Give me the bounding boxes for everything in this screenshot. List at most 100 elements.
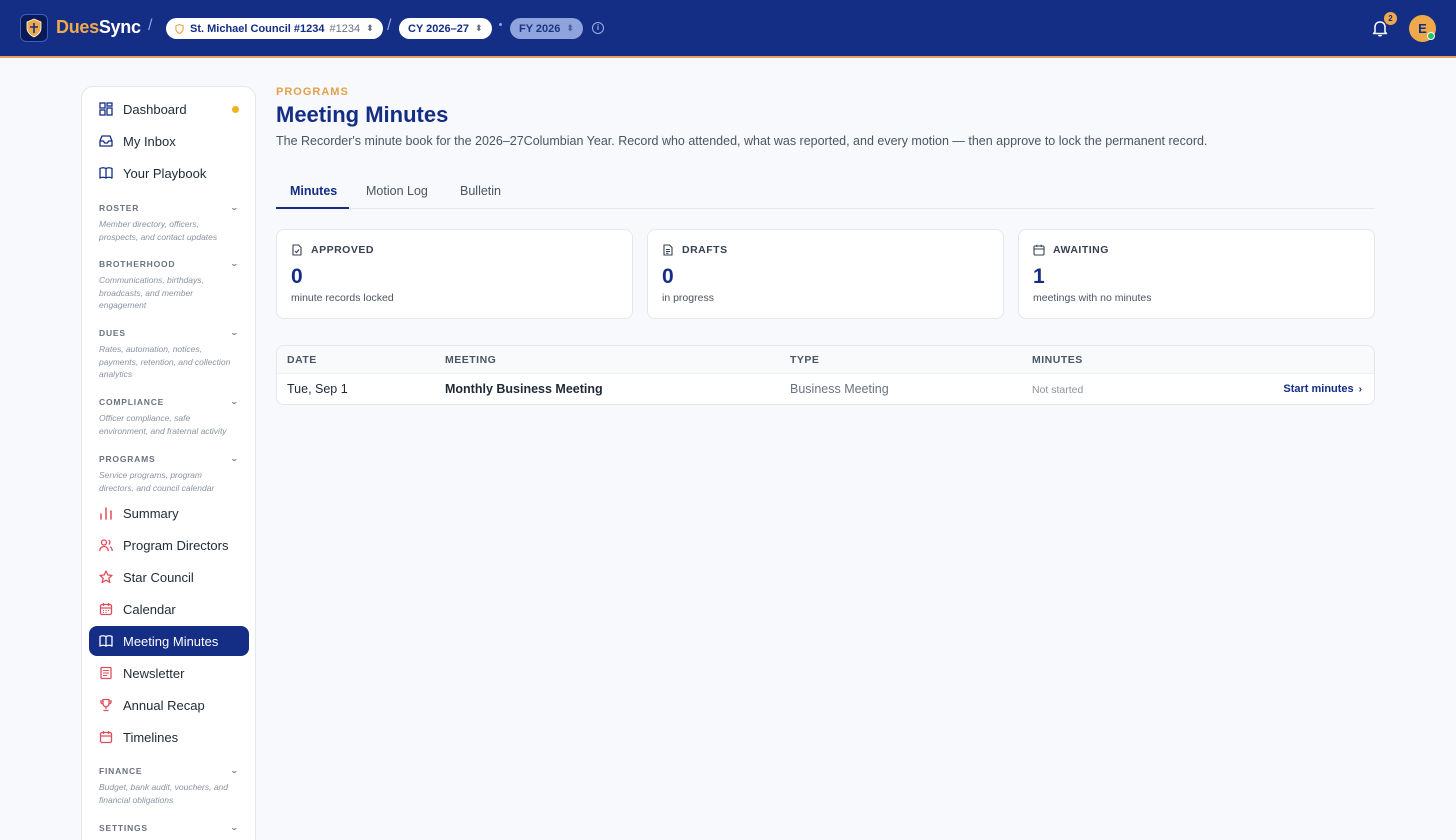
council-selector[interactable]: St. Michael Council #1234 #1234 ⬍ [166, 18, 383, 39]
section-title: ROSTER ⌄ [99, 203, 239, 213]
sidebar-section-programs[interactable]: PROGRAMS ⌄ Service programs, program dire… [99, 454, 239, 494]
row-date: Tue, Sep 1 [287, 382, 348, 396]
brand-name[interactable]: DuesSync [56, 17, 141, 38]
calendar-icon [99, 603, 113, 616]
column-header-meeting[interactable]: MEETING [445, 354, 496, 366]
sidebar-item-label: Newsletter [123, 665, 185, 681]
page-title: Meeting Minutes [276, 102, 449, 127]
users-icon [99, 539, 113, 552]
sidebar-item-meeting-minutes[interactable]: Meeting Minutes [89, 626, 249, 656]
section-title-text: SETTINGS [99, 823, 148, 833]
chevron-up-down-icon: ⬍ [474, 23, 483, 33]
sidebar-section-dues[interactable]: DUES ⌄ Rates, automation, notices, paymen… [99, 328, 239, 381]
column-header-date[interactable]: DATE [287, 354, 317, 366]
breadcrumb-separator: / [387, 17, 392, 34]
sidebar-item-label: Your Playbook [123, 165, 207, 181]
section-description: Officer compliance, safe environment, an… [99, 413, 227, 436]
sidebar-item-program-directors[interactable]: Program Directors [89, 530, 249, 560]
stat-card-awaiting: AWAITING 1 meetings with no minutes [1018, 229, 1375, 319]
section-title: FINANCE ⌄ [99, 766, 239, 776]
unread-dot [232, 106, 239, 113]
trophy-icon [100, 698, 112, 712]
chevron-down-icon: ⌄ [230, 454, 241, 463]
star-icon [99, 570, 113, 584]
sidebar-item-playbook[interactable]: Your Playbook [89, 158, 249, 188]
section-title-text: FINANCE [99, 766, 143, 776]
stat-card-header: AWAITING [1033, 244, 1109, 256]
tab-minutes[interactable]: Minutes [290, 184, 337, 198]
section-title-text: DUES [99, 328, 126, 338]
sidebar-section-settings[interactable]: SETTINGS ⌄ [99, 823, 239, 833]
sidebar-section-finance[interactable]: FINANCE ⌄ Budget, bank audit, vouchers, a… [99, 766, 239, 806]
stat-label: DRAFTS [682, 244, 728, 256]
dot-separator [499, 23, 502, 26]
chevron-up-down-icon: ⬍ [366, 23, 374, 33]
stat-label: APPROVED [311, 244, 374, 256]
book-open-icon [99, 635, 113, 647]
fy-selector[interactable]: FY 2026 ⬍ [510, 18, 583, 39]
section-description: Rates, automation, notices, payments, re… [99, 344, 231, 379]
section-title-text: COMPLIANCE [99, 397, 165, 407]
column-header-minutes[interactable]: MINUTES [1032, 354, 1083, 366]
sidebar-item-timelines[interactable]: Timelines [89, 722, 249, 752]
sidebar-item-calendar[interactable]: Calendar [89, 594, 249, 624]
section-title: COMPLIANCE ⌄ [99, 397, 239, 407]
sidebar-item-label: Calendar [123, 601, 176, 617]
stat-value: 0 [291, 265, 303, 288]
chevron-down-icon: ⌄ [230, 259, 241, 268]
sidebar-item-annual-recap[interactable]: Annual Recap [89, 690, 249, 720]
sidebar-section-roster[interactable]: ROSTER ⌄ Member directory, officers, pros… [99, 203, 239, 243]
shield-icon [175, 23, 184, 34]
app-logo[interactable] [20, 14, 48, 42]
row-minutes-status: Not started [1032, 384, 1084, 396]
brand-part-dues: Dues [56, 17, 99, 37]
cy-selector[interactable]: CY 2026–27 ⬍ [399, 18, 492, 39]
info-icon[interactable]: i [592, 22, 604, 34]
tab-motion-log[interactable]: Motion Log [366, 184, 428, 198]
newspaper-icon [100, 666, 112, 680]
sidebar-item-label: Star Council [123, 569, 194, 585]
chevron-down-icon: ⌄ [230, 203, 241, 212]
sidebar-section-brotherhood[interactable]: BROTHERHOOD ⌄ Communications, birthdays, … [99, 259, 239, 312]
tab-bulletin[interactable]: Bulletin [460, 184, 501, 198]
stat-caption: in progress [662, 292, 714, 304]
brand-part-sync: Sync [98, 17, 141, 37]
council-name: St. Michael Council #1234 [190, 22, 325, 35]
breadcrumb-separator: / [148, 17, 153, 34]
calendar-icon [1033, 244, 1045, 256]
stat-caption: minute records locked [291, 292, 394, 304]
start-minutes-label: Start minutes [1283, 383, 1354, 395]
sidebar-item-inbox[interactable]: My Inbox [89, 126, 249, 156]
stat-value: 0 [662, 265, 674, 288]
cy-label: CY 2026–27 [408, 22, 469, 35]
section-description: Service programs, program directors, and… [99, 470, 215, 493]
sidebar: Dashboard My Inbox Your Playbook ROSTER ⌄… [81, 86, 256, 840]
sidebar-item-newsletter[interactable]: Newsletter [89, 658, 249, 688]
sidebar-item-label: Meeting Minutes [123, 633, 219, 649]
sidebar-item-summary[interactable]: Summary [89, 498, 249, 528]
sidebar-section-compliance[interactable]: COMPLIANCE ⌄ Officer compliance, safe env… [99, 397, 239, 437]
start-minutes-button[interactable]: Start minutes › [1283, 383, 1362, 395]
active-tab-indicator [276, 207, 349, 209]
chevron-right-icon: › [1358, 384, 1362, 395]
sidebar-item-label: Annual Recap [123, 697, 205, 713]
section-title: SETTINGS ⌄ [99, 823, 239, 833]
inbox-icon [99, 135, 113, 147]
file-check-icon [292, 244, 302, 256]
sidebar-item-star-council[interactable]: Star Council [89, 562, 249, 592]
column-header-type[interactable]: TYPE [790, 354, 819, 366]
sidebar-item-label: Summary [123, 505, 179, 521]
section-description: Member directory, officers, prospects, a… [99, 219, 218, 242]
section-title: BROTHERHOOD ⌄ [99, 259, 239, 269]
book-icon [99, 167, 113, 179]
bar-chart-icon [100, 507, 112, 520]
sidebar-item-label: Dashboard [123, 101, 187, 117]
chevron-down-icon: ⌄ [230, 397, 241, 406]
section-title: DUES ⌄ [99, 328, 239, 338]
stat-card-drafts: DRAFTS 0 in progress [647, 229, 1004, 319]
tab-bar: Minutes Motion Log Bulletin [276, 176, 1375, 209]
page-subtitle: The Recorder's minute book for the 2026–… [276, 134, 1208, 148]
sidebar-item-label: Program Directors [123, 537, 229, 553]
sidebar-item-dashboard[interactable]: Dashboard [89, 94, 249, 124]
row-meeting-name: Monthly Business Meeting [445, 382, 603, 396]
